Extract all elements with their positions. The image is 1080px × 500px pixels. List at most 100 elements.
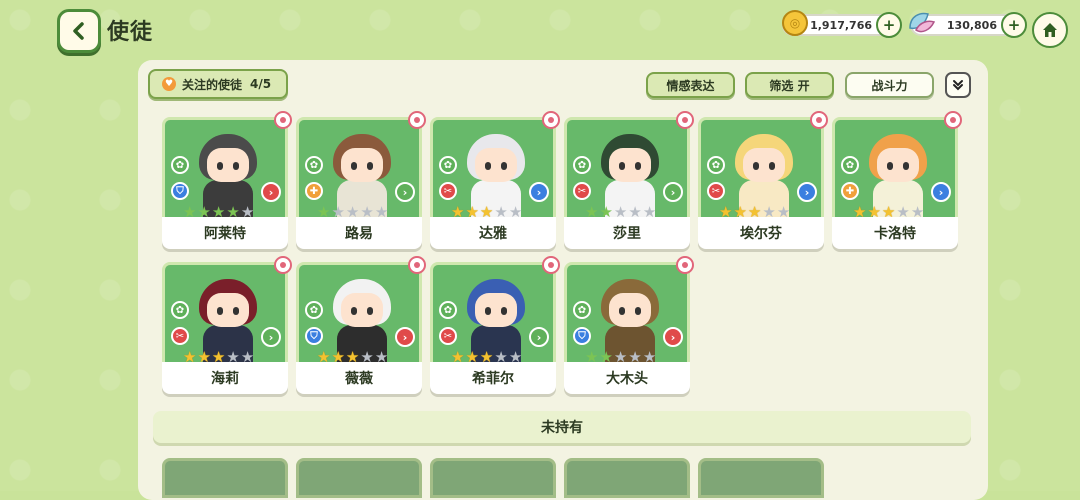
chevron-right-icon: › [395,182,415,202]
emotion-expression-button[interactable]: 情感表达 [646,72,735,98]
star-icon: ★ [494,348,508,363]
apostle-card[interactable]: ✿ ✂ › ★ ★ ★ ★ ★ 达雅 [430,111,560,249]
flower-icon [676,256,694,274]
star-icon: ★ [451,203,465,218]
shield-role-icon: ⛉ [573,327,591,345]
apostle-card[interactable]: ✿ ✂ › ★ ★ ★ ★ ★ 埃尔芬 [698,111,828,249]
apostle-portrait: ✿ ⛉ › ★ ★ ★ ★ ★ [296,262,422,362]
double-chevron-down-icon [953,80,963,91]
star-icon: ★ [183,348,197,363]
star-icon: ★ [585,348,599,363]
flower-icon [810,111,828,129]
star-rating: ★ ★ ★ ★ ★ [585,348,657,363]
apostle-name: 埃尔芬 [698,217,824,249]
flower-icon [944,111,962,129]
star-icon: ★ [317,203,331,218]
leaf-gem-icon [909,12,936,33]
apostle-name: 达雅 [430,217,556,249]
star-icon: ★ [628,348,642,363]
star-rating: ★ ★ ★ ★ ★ [183,348,255,363]
apostle-name: 卡洛特 [832,217,958,249]
star-icon: ★ [642,348,657,363]
favorite-label: 关注的使徒 [182,77,243,92]
add-gems-button[interactable]: + [1001,12,1027,38]
star-rating: ★ ★ ★ ★ ★ [585,203,656,218]
clover-icon: ✿ [439,301,457,319]
shield-role-icon: ⛉ [171,182,189,200]
star-icon: ★ [211,203,226,218]
star-icon: ★ [240,203,255,218]
clover-icon: ✿ [841,156,859,174]
sort-button[interactable]: 战斗力 [845,72,934,98]
star-icon: ★ [240,348,255,363]
coin-counter: 1,917,766 ◎ + [782,10,902,38]
filter-button[interactable]: 筛选 开 [745,72,834,98]
chevron-right-icon: › [261,327,281,347]
chevron-left-icon [73,22,84,40]
flower-icon [408,111,426,129]
home-button[interactable] [1032,12,1068,48]
star-icon: ★ [465,348,479,363]
apostle-card[interactable]: ✿ ✂ › ★ ★ ★ ★ ★ 莎里 [564,111,694,249]
star-icon: ★ [345,348,360,363]
apostle-name: 大木头 [564,362,690,394]
star-icon: ★ [508,348,523,363]
unowned-card[interactable] [564,458,690,498]
add-coins-button[interactable]: + [876,12,902,38]
apostle-card[interactable]: ✿ ✂ › ★ ★ ★ ★ ★ 海莉 [162,256,292,394]
unowned-card[interactable] [296,458,422,498]
star-icon: ★ [331,203,345,218]
star-icon: ★ [211,348,226,363]
apostle-card[interactable]: ✿ ⛉ › ★ ★ ★ ★ ★ 阿莱特 [162,111,292,249]
apostle-name: 路易 [296,217,422,249]
star-icon: ★ [197,348,211,363]
star-rating: ★ ★ ★ ★ ★ [451,203,523,218]
favorite-apostles-button[interactable]: ♥ 关注的使徒 4/5 [148,69,288,99]
chevron-right-icon: › [261,182,281,202]
star-icon: ★ [896,203,910,218]
chevron-right-icon: › [663,182,683,202]
apostle-name: 薇薇 [296,362,422,394]
star-icon: ★ [910,203,925,218]
star-icon: ★ [719,203,733,218]
star-icon: ★ [599,203,613,218]
chevron-right-icon: › [931,182,951,202]
unowned-card[interactable] [430,458,556,498]
gem-counter: 130,806 + [909,12,1027,38]
clover-icon: ✿ [171,156,189,174]
coin-icon: ◎ [782,10,808,36]
apostle-card[interactable]: ✿ ✚ › ★ ★ ★ ★ ★ 卡洛特 [832,111,962,249]
star-icon: ★ [508,203,523,218]
apostle-portrait: ✿ ✂ › ★ ★ ★ ★ ★ [430,262,556,362]
star-icon: ★ [360,203,374,218]
apostle-card[interactable]: ✿ ✚ › ★ ★ ★ ★ ★ 路易 [296,111,426,249]
unowned-card[interactable] [698,458,824,498]
star-icon: ★ [226,203,240,218]
back-button[interactable] [57,9,101,53]
star-icon: ★ [762,203,776,218]
apostle-portrait: ✿ ✂ › ★ ★ ★ ★ ★ [430,117,556,217]
star-icon: ★ [733,203,747,218]
collapse-button[interactable] [945,72,971,98]
apostle-portrait: ✿ ⛉ › ★ ★ ★ ★ ★ [162,117,288,217]
star-icon: ★ [628,203,642,218]
star-icon: ★ [374,348,389,363]
shield-role-icon: ⛉ [305,327,323,345]
flower-icon [542,111,560,129]
apostle-name: 阿莱特 [162,217,288,249]
chevron-right-icon: › [797,182,817,202]
star-rating: ★ ★ ★ ★ ★ [183,203,255,218]
unowned-card[interactable] [162,458,288,498]
attack-role-icon: ✂ [573,182,591,200]
apostle-portrait: ✿ ✚ › ★ ★ ★ ★ ★ [832,117,958,217]
apostle-card[interactable]: ✿ ⛉ › ★ ★ ★ ★ ★ 薇薇 [296,256,426,394]
favorite-count: 4/5 [250,77,272,91]
chevron-right-icon: › [529,327,549,347]
star-rating: ★ ★ ★ ★ ★ [719,203,790,218]
unowned-section-header: 未持有 [153,411,971,443]
apostle-card[interactable]: ✿ ✂ › ★ ★ ★ ★ ★ 希菲尔 [430,256,560,394]
apostle-card[interactable]: ✿ ⛉ › ★ ★ ★ ★ ★ 大木头 [564,256,694,394]
clover-icon: ✿ [305,301,323,319]
heal-role-icon: ✚ [305,182,323,200]
apostle-portrait: ✿ ⛉ › ★ ★ ★ ★ ★ [564,262,690,362]
